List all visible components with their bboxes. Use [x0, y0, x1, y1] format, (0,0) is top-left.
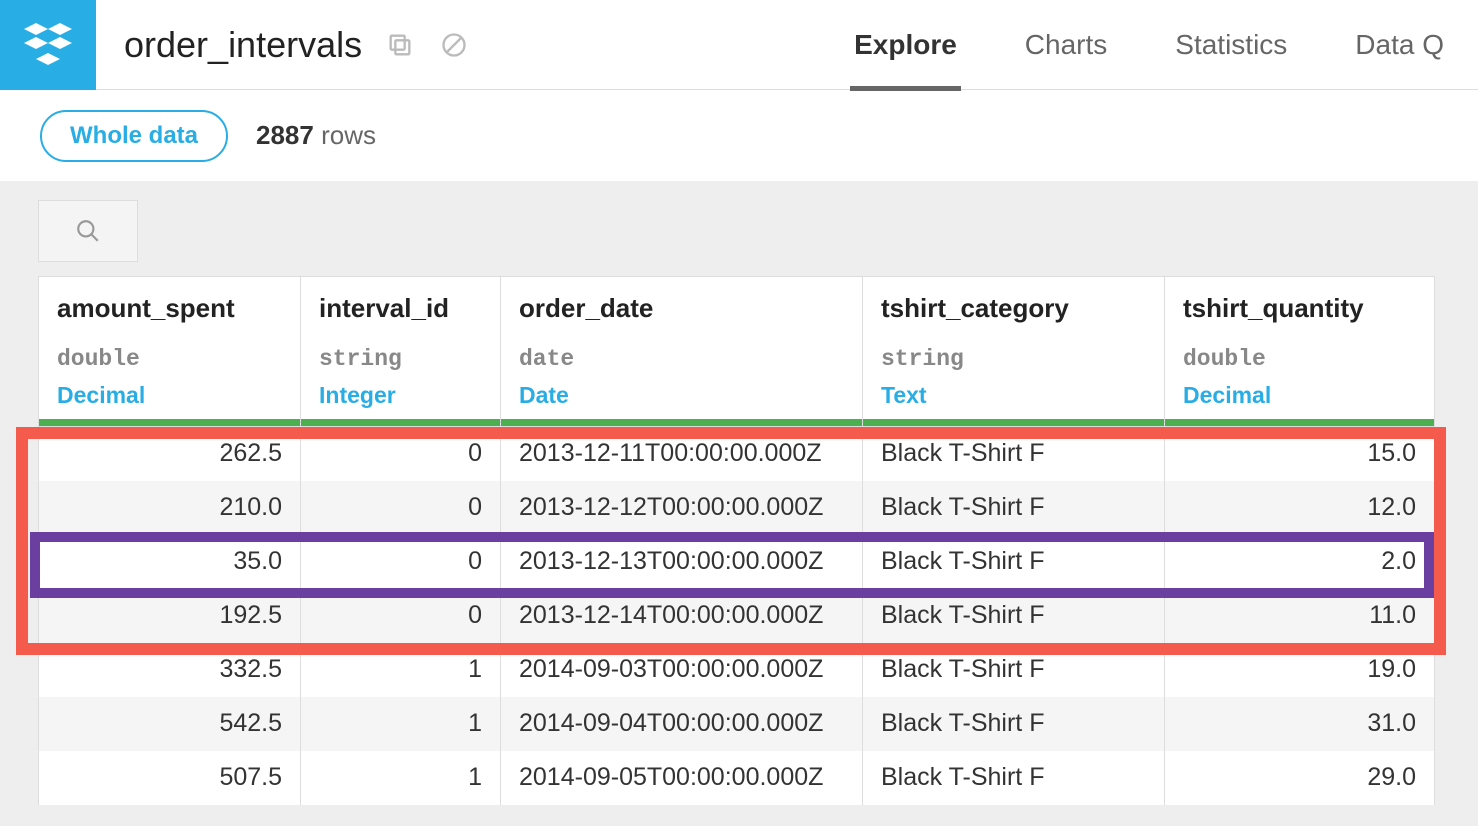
table-area: amount_spent double Decimal interval_id …	[0, 182, 1478, 826]
col-header-amount-spent[interactable]: amount_spent double Decimal	[39, 277, 301, 427]
cell[interactable]: 0	[301, 427, 501, 481]
validity-bar	[863, 419, 1164, 426]
data-table: amount_spent double Decimal interval_id …	[38, 276, 1435, 805]
cell[interactable]: 35.0	[39, 535, 301, 589]
cell[interactable]: 2013-12-14T00:00:00.000Z	[501, 589, 863, 643]
cell[interactable]: Black T-Shirt F	[863, 427, 1165, 481]
cell[interactable]: 12.0	[1165, 481, 1435, 535]
tab-explore[interactable]: Explore	[820, 0, 991, 90]
refresh-disabled-icon[interactable]	[440, 31, 468, 59]
row-count: 2887 rows	[256, 120, 376, 151]
filter-row: Whole data 2887 rows	[0, 90, 1478, 182]
col-semantic[interactable]: Date	[519, 382, 844, 409]
cell[interactable]: 2014-09-04T00:00:00.000Z	[501, 697, 863, 751]
table-row[interactable]: 542.512014-09-04T00:00:00.000ZBlack T-Sh…	[39, 697, 1435, 751]
app-logo[interactable]	[0, 0, 96, 90]
cell[interactable]: 1	[301, 697, 501, 751]
col-name: tshirt_quantity	[1183, 293, 1416, 324]
col-type: double	[1183, 346, 1416, 372]
col-name: tshirt_category	[881, 293, 1146, 324]
search-icon	[75, 218, 101, 244]
col-header-interval-id[interactable]: interval_id string Integer	[301, 277, 501, 427]
cell[interactable]: 0	[301, 535, 501, 589]
cell[interactable]: Black T-Shirt F	[863, 643, 1165, 697]
col-header-order-date[interactable]: order_date date Date	[501, 277, 863, 427]
dataset-title: order_intervals	[124, 24, 362, 66]
table-row[interactable]: 507.512014-09-05T00:00:00.000ZBlack T-Sh…	[39, 751, 1435, 805]
cell[interactable]: 2014-09-03T00:00:00.000Z	[501, 643, 863, 697]
col-name: interval_id	[319, 293, 482, 324]
cell[interactable]: 31.0	[1165, 697, 1435, 751]
cell[interactable]: 1	[301, 643, 501, 697]
col-type: double	[57, 346, 282, 372]
col-type: string	[881, 346, 1146, 372]
cell[interactable]: 542.5	[39, 697, 301, 751]
cell[interactable]: Black T-Shirt F	[863, 697, 1165, 751]
col-semantic[interactable]: Decimal	[1183, 382, 1416, 409]
cell[interactable]: 210.0	[39, 481, 301, 535]
topbar: order_intervals Explore Charts Statistic…	[0, 0, 1478, 90]
header-row: amount_spent double Decimal interval_id …	[39, 277, 1435, 427]
tab-statistics[interactable]: Statistics	[1141, 0, 1321, 90]
cell[interactable]: Black T-Shirt F	[863, 481, 1165, 535]
validity-bar	[39, 419, 300, 426]
col-semantic[interactable]: Integer	[319, 382, 482, 409]
col-type: string	[319, 346, 482, 372]
cell[interactable]: 0	[301, 589, 501, 643]
cell[interactable]: Black T-Shirt F	[863, 535, 1165, 589]
cell[interactable]: 262.5	[39, 427, 301, 481]
col-header-tshirt-category[interactable]: tshirt_category string Text	[863, 277, 1165, 427]
col-type: date	[519, 346, 844, 372]
table-row[interactable]: 35.002013-12-13T00:00:00.000ZBlack T-Shi…	[39, 535, 1435, 589]
cell[interactable]: 332.5	[39, 643, 301, 697]
col-header-tshirt-quantity[interactable]: tshirt_quantity double Decimal	[1165, 277, 1435, 427]
validity-bar	[1165, 419, 1434, 426]
col-semantic[interactable]: Decimal	[57, 382, 282, 409]
cell[interactable]: 2.0	[1165, 535, 1435, 589]
cell[interactable]: 2014-09-05T00:00:00.000Z	[501, 751, 863, 805]
sample-pill[interactable]: Whole data	[40, 110, 228, 162]
tab-data-quality[interactable]: Data Q	[1321, 0, 1478, 90]
col-name: order_date	[519, 293, 844, 324]
cell[interactable]: 2013-12-13T00:00:00.000Z	[501, 535, 863, 589]
cell[interactable]: 19.0	[1165, 643, 1435, 697]
row-count-number: 2887	[256, 120, 314, 150]
view-tabs: Explore Charts Statistics Data Q	[820, 0, 1478, 90]
table-body: 262.502013-12-11T00:00:00.000ZBlack T-Sh…	[39, 427, 1435, 805]
column-search-button[interactable]	[38, 200, 138, 262]
cell[interactable]: 2013-12-11T00:00:00.000Z	[501, 427, 863, 481]
copy-icon[interactable]	[386, 31, 414, 59]
validity-bar	[301, 419, 500, 426]
cell[interactable]: 192.5	[39, 589, 301, 643]
cell[interactable]: Black T-Shirt F	[863, 751, 1165, 805]
table-row[interactable]: 332.512014-09-03T00:00:00.000ZBlack T-Sh…	[39, 643, 1435, 697]
col-name: amount_spent	[57, 293, 282, 324]
cell[interactable]: 2013-12-12T00:00:00.000Z	[501, 481, 863, 535]
tab-charts[interactable]: Charts	[991, 0, 1141, 90]
cell[interactable]: 507.5	[39, 751, 301, 805]
title-block: order_intervals	[96, 24, 820, 66]
row-count-suffix: rows	[321, 120, 376, 150]
cell[interactable]: 11.0	[1165, 589, 1435, 643]
table-row[interactable]: 192.502013-12-14T00:00:00.000ZBlack T-Sh…	[39, 589, 1435, 643]
cell[interactable]: 15.0	[1165, 427, 1435, 481]
table-row[interactable]: 210.002013-12-12T00:00:00.000ZBlack T-Sh…	[39, 481, 1435, 535]
col-semantic[interactable]: Text	[881, 382, 1146, 409]
cell[interactable]: 0	[301, 481, 501, 535]
table-row[interactable]: 262.502013-12-11T00:00:00.000ZBlack T-Sh…	[39, 427, 1435, 481]
validity-bar	[501, 419, 862, 426]
cell[interactable]: 29.0	[1165, 751, 1435, 805]
cell[interactable]: 1	[301, 751, 501, 805]
cube-icon	[24, 23, 72, 67]
cell[interactable]: Black T-Shirt F	[863, 589, 1165, 643]
